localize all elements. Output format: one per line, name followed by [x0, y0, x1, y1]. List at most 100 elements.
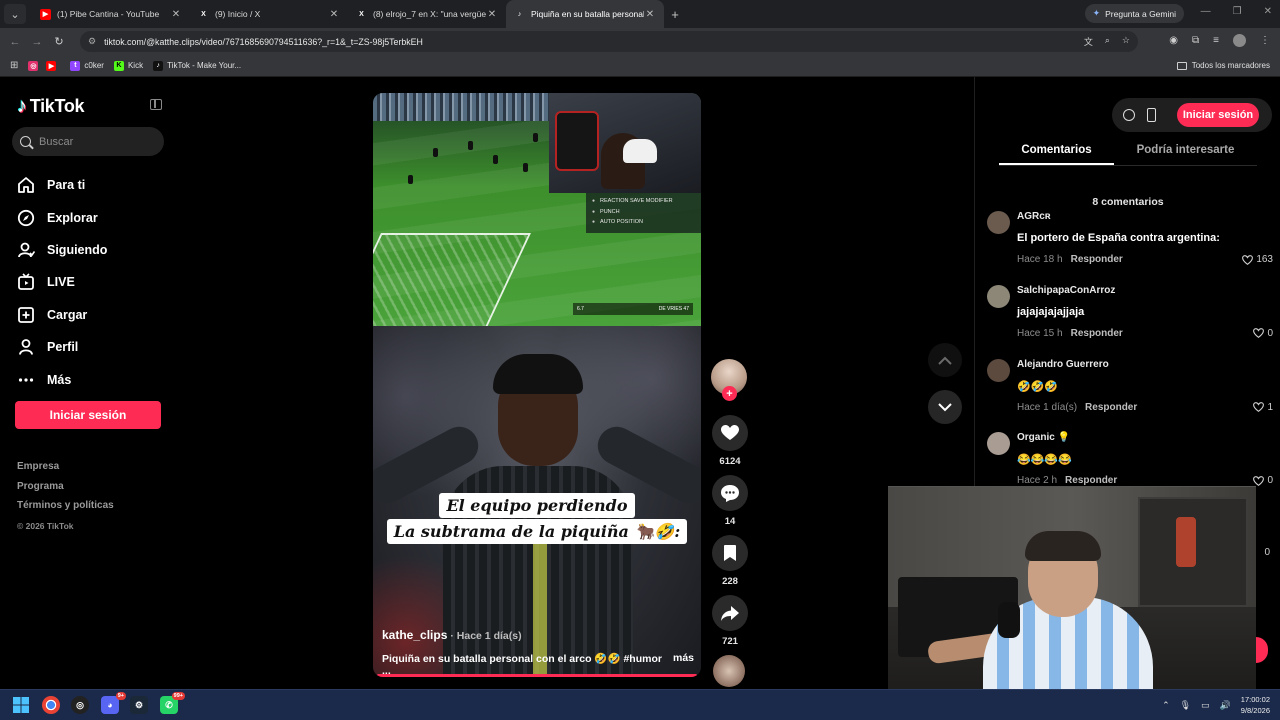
comment-user[interactable]: SalchipapaConArroz — [1017, 285, 1115, 296]
follow-plus-icon[interactable]: + — [722, 386, 737, 401]
gemini-icon: ✦ — [1092, 8, 1101, 18]
bookmark-star-icon[interactable]: ☆ — [1122, 35, 1130, 48]
url-text[interactable]: tiktok.com/@katthe.clips/video/767168569… — [104, 37, 423, 47]
new-tab-icon[interactable]: + — [664, 7, 686, 22]
comment-user[interactable]: Alejandro Guerrero — [1017, 359, 1109, 370]
windows-start-icon[interactable] — [12, 696, 30, 714]
comment-like[interactable]: 0 — [1253, 475, 1273, 486]
chrome-icon[interactable] — [42, 696, 60, 714]
save-action[interactable]: 228 — [711, 535, 749, 587]
collapse-sidebar-icon[interactable] — [150, 99, 162, 110]
translate-icon[interactable]: 文 — [1084, 35, 1093, 48]
whatsapp-icon[interactable]: ✆ 99+ — [160, 692, 185, 714]
extensions-puzzle-icon[interactable]: ⧉ — [1192, 35, 1199, 46]
network-icon[interactable]: ▭ — [1201, 700, 1210, 711]
browser-tab[interactable]: ▶ (1) Pibe Cantina - YouTube ✕ — [32, 0, 190, 28]
clock[interactable]: 17:00:02 9/8/2026 — [1241, 694, 1270, 716]
search-input[interactable] — [39, 135, 149, 148]
footer-link-terminos[interactable]: Términos y políticas — [17, 500, 114, 520]
tab-search-chevron-icon[interactable]: ⌄ — [4, 4, 26, 24]
apps-icon[interactable]: ⊞ — [10, 60, 18, 71]
maximize-icon[interactable]: ❐ — [1233, 6, 1242, 17]
footer-link-programa[interactable]: Programa — [17, 481, 114, 501]
video-author[interactable]: kathe_clips — [382, 628, 447, 642]
music-disc-icon[interactable] — [713, 655, 745, 687]
footer-link-empresa[interactable]: Empresa — [17, 461, 114, 481]
forward-icon[interactable]: → — [26, 36, 48, 48]
like-action[interactable]: 6124 — [711, 415, 749, 467]
nav-item-explorar[interactable]: Explorar — [17, 201, 107, 233]
menu-kebab-icon[interactable]: ⋮ — [1260, 35, 1270, 46]
discord-icon[interactable]: ◕ 9+ — [101, 692, 126, 714]
tiktok-logo[interactable]: ♪ TikTok — [17, 95, 85, 118]
reload-icon[interactable]: ↻ — [48, 35, 70, 48]
browser-tab[interactable]: X (9) Inicio / X ✕ — [190, 0, 348, 28]
player-cap — [493, 354, 583, 394]
tab-podria-interesarte[interactable]: Podría interesarte — [1114, 139, 1257, 165]
comment-action[interactable]: 14 — [711, 475, 749, 527]
minimize-icon[interactable]: — — [1201, 6, 1211, 17]
next-video-button[interactable] — [928, 390, 962, 424]
nav-item-siguiendo[interactable]: Siguiendo — [17, 234, 107, 266]
search-box[interactable] — [12, 127, 164, 156]
back-icon[interactable]: ← — [4, 36, 26, 48]
panel-login-button[interactable]: Iniciar sesión — [1177, 103, 1259, 127]
share-icon[interactable] — [712, 595, 748, 631]
nav-item-para-ti[interactable]: Para ti — [17, 169, 107, 201]
previous-video-button[interactable] — [928, 343, 962, 377]
reply-button[interactable]: Responder — [1085, 402, 1137, 413]
site-info-icon[interactable]: ⚙ — [88, 36, 96, 47]
device-icon[interactable] — [1147, 108, 1156, 122]
tab-close-icon[interactable]: ✕ — [328, 9, 340, 20]
video-player[interactable]: REACTION SAVE MODIFIER PUNCH AUTO POSITI… — [373, 93, 701, 677]
media-control-icon[interactable]: ≡ — [1213, 35, 1219, 46]
avatar[interactable] — [987, 358, 1010, 382]
steam-icon[interactable]: ⚙ — [130, 696, 148, 714]
tab-close-icon[interactable]: ✕ — [644, 9, 656, 20]
gemini-button[interactable]: ✦ Pregunta a Gemini — [1084, 4, 1184, 23]
obs-icon[interactable]: ◎ — [71, 696, 89, 714]
extension-icon[interactable]: ◉ — [1169, 35, 1178, 46]
bookmark-tiktok[interactable]: ♪ TikTok - Make Your... — [153, 60, 241, 71]
reply-button[interactable]: Responder — [1071, 254, 1123, 265]
nav-item-perfil[interactable]: Perfil — [17, 331, 107, 363]
avatar[interactable] — [987, 432, 1010, 456]
heart-icon[interactable] — [712, 415, 748, 451]
avatar[interactable] — [987, 211, 1010, 234]
tab-close-icon[interactable]: ✕ — [170, 9, 182, 20]
bookmark-icon[interactable] — [712, 535, 748, 571]
nav-item-mas[interactable]: Más — [17, 363, 107, 395]
close-window-icon[interactable]: ✕ — [1264, 6, 1272, 17]
reply-button[interactable]: Responder — [1071, 328, 1123, 339]
comment-user[interactable]: Organic 💡 — [1017, 432, 1070, 443]
login-button[interactable]: Iniciar sesión — [15, 401, 161, 429]
reply-button[interactable]: Responder — [1065, 475, 1117, 486]
profile-avatar[interactable] — [1233, 34, 1246, 47]
comment-like[interactable]: 163 — [1242, 254, 1273, 265]
address-bar[interactable]: ⚙ tiktok.com/@katthe.clips/video/7671685… — [80, 31, 1138, 52]
bookmark-c0ker[interactable]: t c0ker — [70, 60, 104, 71]
nav-item-cargar[interactable]: Cargar — [17, 299, 107, 331]
zoom-icon[interactable]: ⌕ — [1105, 35, 1110, 48]
comment-like[interactable]: 1 — [1253, 402, 1273, 413]
microphone-tray-icon[interactable]: 🎙 — [1180, 700, 1191, 711]
comment-icon[interactable] — [712, 475, 748, 511]
author-avatar[interactable]: + — [711, 359, 747, 401]
avatar[interactable] — [987, 284, 1010, 308]
coins-icon[interactable] — [1123, 109, 1135, 121]
tray-chevron-icon[interactable]: ⌃ — [1162, 700, 1170, 711]
volume-icon[interactable]: 🔊 — [1220, 700, 1231, 711]
tab-close-icon[interactable]: ✕ — [486, 9, 498, 20]
share-action[interactable]: 721 — [711, 595, 749, 647]
tab-comentarios[interactable]: Comentarios — [999, 139, 1114, 165]
browser-tab[interactable]: X (8) elrojo_7 en X: "una vergüen ✕ — [348, 0, 506, 28]
browser-tab-active[interactable]: ♪ Piquiña en su batalla personal c ✕ — [506, 0, 664, 28]
bookmark-kick[interactable]: K Kick — [113, 60, 143, 71]
all-bookmarks[interactable]: Todos los marcadores — [1176, 61, 1270, 70]
bookmark-instagram[interactable]: ◎ — [28, 60, 42, 71]
nav-item-live[interactable]: LIVE — [17, 266, 107, 298]
bookmark-youtube[interactable]: ▶ — [46, 60, 60, 71]
comment-like[interactable]: 0 — [1253, 328, 1273, 339]
video-progress-bar[interactable] — [377, 674, 697, 677]
comment-user[interactable]: AGRcʀ — [1017, 211, 1051, 222]
